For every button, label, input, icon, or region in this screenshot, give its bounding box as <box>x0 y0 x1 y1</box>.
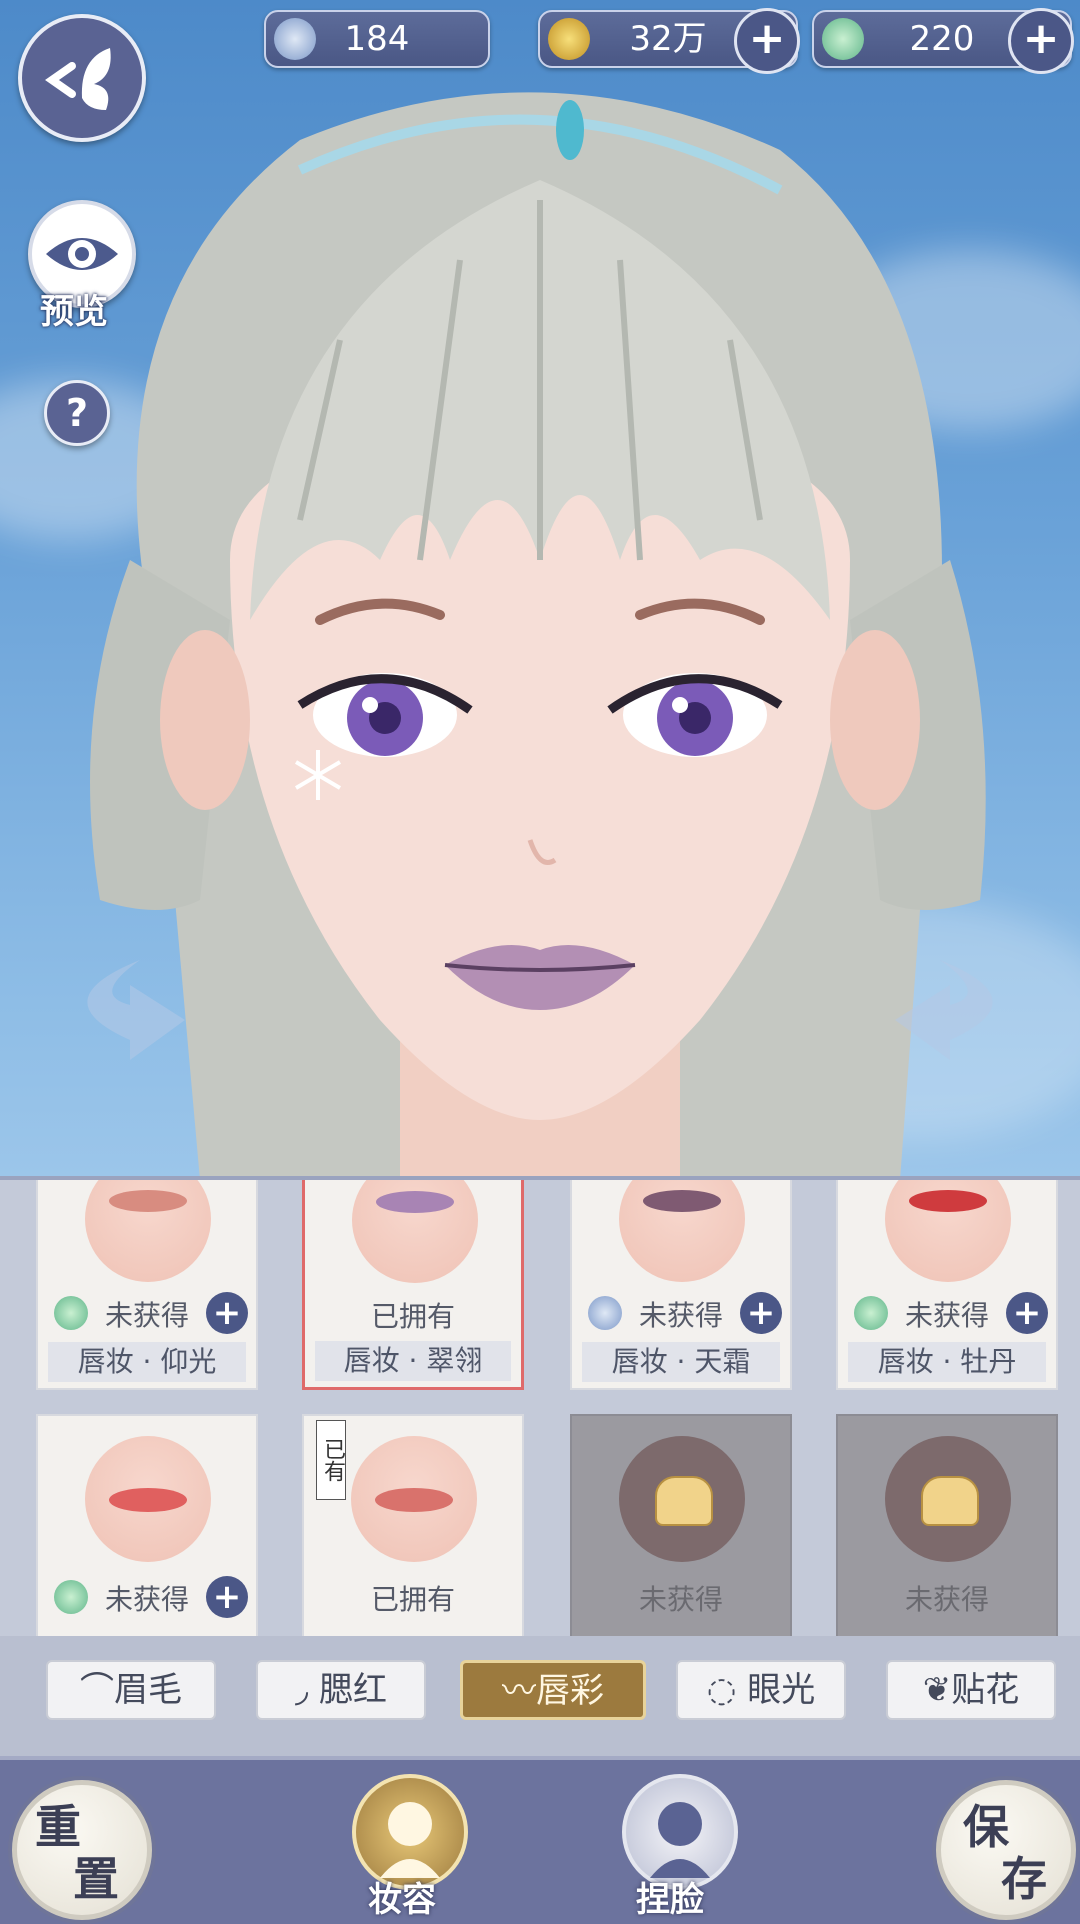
card-state: 已拥有 <box>370 1300 455 1333</box>
lip-thumbnail <box>85 1436 211 1562</box>
buy-button[interactable]: + <box>1006 1292 1048 1334</box>
card-name: 唇妆 · 翠翎 <box>315 1341 511 1381</box>
tab-decal[interactable]: ❦贴花 <box>886 1660 1056 1720</box>
currency-silver-value: 184 <box>344 19 410 59</box>
blush-icon: ◞ <box>295 1670 319 1710</box>
makeup-card[interactable]: 未获得 + <box>36 1414 258 1640</box>
card-name: 唇妆 · 牡丹 <box>848 1342 1046 1382</box>
makeup-mode-label: 妆容 <box>368 1880 436 1920</box>
buy-button[interactable]: + <box>740 1292 782 1334</box>
eye-light-icon: ◌ <box>706 1670 748 1710</box>
lock-icon <box>619 1436 745 1562</box>
tab-label: 腮红 <box>318 1670 387 1710</box>
reset-label-bottom: 置 <box>73 1852 119 1906</box>
makeup-card[interactable]: 未获得 + 唇妆 · 牡丹 <box>836 1180 1058 1390</box>
card-name: 唇妆 · 仰光 <box>48 1342 246 1382</box>
eyebrow-icon: ⌒ <box>80 1670 114 1710</box>
makeup-card-selected[interactable]: 已拥有 唇妆 · 翠翎 <box>302 1180 524 1390</box>
makeup-category-tabs: ⌒眉毛 ◞ 腮红 〰唇彩 ◌ 眼光 ❦贴花 <box>0 1636 1080 1756</box>
lip-thumbnail <box>352 1180 478 1283</box>
preview-label: 预览 <box>40 292 108 332</box>
add-gold-button[interactable]: + <box>734 8 800 74</box>
jade-coin-icon <box>822 18 864 60</box>
leaf-decal-icon: ❦ <box>922 1670 952 1710</box>
tab-label: 贴花 <box>951 1670 1020 1710</box>
add-jade-button[interactable]: + <box>1008 8 1074 74</box>
save-button[interactable]: 保 存 <box>936 1780 1076 1920</box>
lip-thumbnail <box>85 1180 211 1282</box>
tab-eyebrow[interactable]: ⌒眉毛 <box>46 1660 216 1720</box>
tab-label: 眼光 <box>747 1670 816 1710</box>
save-label-bottom: 存 <box>1001 1852 1047 1906</box>
currency-jade-value: 220 <box>909 19 975 59</box>
lips-icon: 〰 <box>502 1671 536 1711</box>
reset-button[interactable]: 重 置 <box>12 1780 152 1920</box>
character-face-render <box>87 92 993 1180</box>
woman-portrait-icon <box>380 1802 440 1878</box>
buy-button[interactable]: + <box>206 1576 248 1618</box>
card-state: 已拥有 <box>370 1583 455 1616</box>
tab-blush[interactable]: ◞ 腮红 <box>256 1660 426 1720</box>
makeup-card[interactable]: 未获得 + 唇妆 · 天霜 <box>570 1180 792 1390</box>
owned-tag: 已有 <box>316 1420 346 1500</box>
face-sculpt-label: 捏脸 <box>636 1880 704 1920</box>
tab-eye-light[interactable]: ◌ 眼光 <box>676 1660 846 1720</box>
silver-coin-icon <box>274 18 316 60</box>
currency-jade: 220 + <box>812 8 1074 74</box>
lip-thumbnail <box>885 1180 1011 1282</box>
tab-label: 唇彩 <box>536 1671 604 1711</box>
help-button[interactable]: ? <box>44 380 110 446</box>
face-portrait-icon <box>650 1802 710 1878</box>
butterfly-back-icon <box>45 48 111 110</box>
currency-silver: 184 <box>264 10 490 68</box>
makeup-card[interactable]: 已有 已拥有 <box>302 1414 524 1640</box>
back-button[interactable] <box>18 14 146 142</box>
makeup-card-locked[interactable]: 未获得 <box>836 1414 1058 1640</box>
card-state: 未获得 <box>638 1583 723 1616</box>
character-viewport[interactable]: 184 32万 + 220 + 预览 ? <box>0 0 1080 1180</box>
currency-gold: 32万 + <box>538 8 800 74</box>
lip-makeup-grid: 未获得 + 唇妆 · 仰光 已拥有 唇妆 · 翠翎 未获得 + 唇妆 · 天霜 … <box>0 1176 1080 1640</box>
lip-thumbnail <box>619 1180 745 1282</box>
tab-lip-color[interactable]: 〰唇彩 <box>460 1660 646 1720</box>
makeup-card[interactable]: 未获得 + 唇妆 · 仰光 <box>36 1180 258 1390</box>
lip-thumbnail <box>351 1436 477 1562</box>
bottom-bar: 重 置 妆容 捏脸 保 存 <box>0 1756 1080 1924</box>
tab-label: 眉毛 <box>114 1670 182 1710</box>
currency-gold-value: 32万 <box>629 19 707 59</box>
card-state: 未获得 <box>904 1583 989 1616</box>
gold-coin-icon <box>548 18 590 60</box>
lock-icon <box>885 1436 1011 1562</box>
makeup-card-locked[interactable]: 未获得 <box>570 1414 792 1640</box>
card-name: 唇妆 · 天霜 <box>582 1342 780 1382</box>
buy-button[interactable]: + <box>206 1292 248 1334</box>
